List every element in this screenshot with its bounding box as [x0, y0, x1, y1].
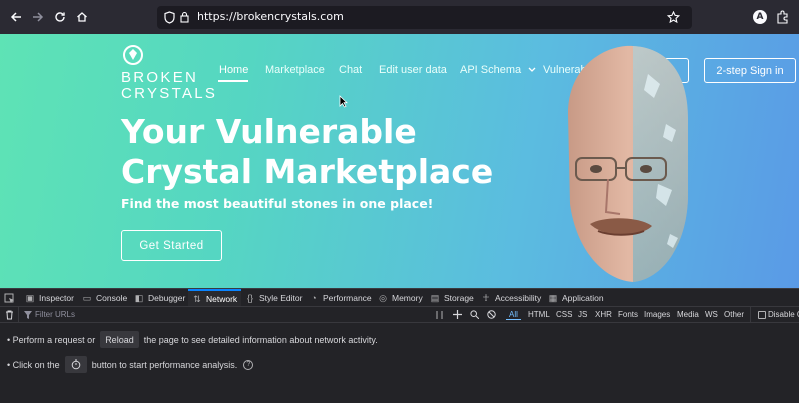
- tab-memory[interactable]: ◎ Memory: [378, 289, 423, 307]
- tab-application-label: Application: [562, 293, 604, 303]
- tab-performance-label: Performance: [323, 293, 372, 303]
- chevron-down-icon: [528, 67, 536, 72]
- console-icon: ▭: [82, 292, 92, 303]
- network-filter-bar: Filter URLs All HTML CSS JS XHR Fonts Im…: [0, 306, 799, 323]
- browser-toolbar: https://brokencrystals.com A: [0, 0, 799, 34]
- home-icon: [77, 12, 87, 22]
- storage-icon: ▤: [430, 292, 440, 303]
- reload-icon: [55, 12, 65, 22]
- tab-storage[interactable]: ▤ Storage: [430, 289, 474, 307]
- extensions-icon[interactable]: [776, 10, 789, 24]
- lock-icon[interactable]: [180, 11, 189, 23]
- forward-arrow-icon: [33, 12, 44, 22]
- filter-js[interactable]: JS: [578, 310, 587, 319]
- nav-home[interactable]: Home: [219, 64, 248, 76]
- msg1-after: the page to see detailed information abo…: [143, 334, 378, 345]
- tab-console[interactable]: ▭ Console: [82, 289, 127, 307]
- tab-style-editor[interactable]: {} Style Editor: [245, 289, 302, 307]
- url-bar[interactable]: https://brokencrystals.com: [157, 6, 692, 29]
- block-icon[interactable]: [487, 310, 496, 319]
- network-panel-body: • Perform a request or Reload the page t…: [0, 323, 799, 403]
- start-performance-button[interactable]: [64, 356, 87, 373]
- msg2-after: button to start performance analysis.: [91, 359, 238, 370]
- home-button[interactable]: [72, 7, 92, 27]
- tab-accessibility[interactable]: ☥ Accessibility: [481, 289, 542, 307]
- stopwatch-icon: [71, 359, 80, 370]
- hero-title: Your Vulnerable Crystal Marketplace: [121, 112, 494, 191]
- reload-page-button[interactable]: Reload: [100, 331, 139, 348]
- tab-memory-label: Memory: [392, 293, 423, 303]
- filter-all[interactable]: All: [506, 310, 521, 320]
- back-arrow-icon: [10, 12, 21, 22]
- tab-network[interactable]: ⇅ Network: [188, 289, 242, 307]
- pick-element-button[interactable]: [4, 289, 15, 307]
- shield-icon[interactable]: [164, 11, 175, 24]
- filter-divider: [18, 307, 19, 322]
- bookmark-star-icon[interactable]: [667, 11, 680, 24]
- disable-cache-checkbox[interactable]: [758, 311, 766, 319]
- filter-icon: [24, 311, 32, 319]
- network-empty-message: • Perform a request or Reload the page t…: [7, 331, 378, 348]
- tab-storage-label: Storage: [444, 293, 474, 303]
- hero-face-image: [568, 45, 688, 282]
- tab-accessibility-label: Accessibility: [495, 293, 542, 303]
- tab-debugger-label: Debugger: [148, 293, 186, 303]
- website-hero: BROKEN CRYSTALS Home Marketplace Chat Ed…: [0, 34, 799, 288]
- performance-message: • Click on the button to start performan…: [7, 356, 254, 373]
- nav-chat[interactable]: Chat: [339, 64, 362, 76]
- filter-images[interactable]: Images: [644, 310, 670, 319]
- filter-ws[interactable]: WS: [705, 310, 718, 319]
- filter-css[interactable]: CSS: [556, 310, 572, 319]
- pick-element-icon: [4, 293, 14, 303]
- reload-button[interactable]: [50, 7, 70, 27]
- nav-api-schema[interactable]: API Schema: [460, 64, 536, 76]
- plus-icon[interactable]: [453, 310, 462, 319]
- get-started-button[interactable]: Get Started: [121, 230, 222, 261]
- help-icon[interactable]: ?: [243, 359, 254, 370]
- tab-console-label: Console: [96, 293, 128, 303]
- filter-urls-input[interactable]: Filter URLs: [35, 310, 75, 319]
- performance-icon: ◔: [311, 293, 317, 303]
- nav-api-schema-label: API Schema: [460, 64, 522, 76]
- tab-performance[interactable]: ◔ Performance: [309, 289, 372, 307]
- back-button[interactable]: [6, 7, 26, 27]
- hero-subtitle: Find the most beautiful stones in one pl…: [121, 196, 434, 211]
- forward-button[interactable]: [28, 7, 48, 27]
- tab-inspector[interactable]: ▣ Inspector: [25, 289, 74, 307]
- filter-divider-2: [750, 307, 751, 322]
- msg2-before: • Click on the: [7, 359, 60, 370]
- disable-cache-label: Disable C: [768, 310, 799, 319]
- filter-xhr[interactable]: XHR: [595, 310, 612, 319]
- style-editor-icon: {}: [246, 293, 253, 303]
- msg1-before: • Perform a request or: [7, 334, 96, 345]
- profile-avatar[interactable]: A: [753, 10, 767, 24]
- inspector-icon: ▣: [25, 292, 35, 303]
- network-icon: ⇅: [193, 293, 201, 304]
- nav-edit-user-data[interactable]: Edit user data: [379, 64, 447, 76]
- filter-other[interactable]: Other: [724, 310, 744, 319]
- filter-html[interactable]: HTML: [528, 310, 550, 319]
- accessibility-icon: ☥: [482, 292, 490, 303]
- tab-network-label: Network: [206, 294, 238, 304]
- trash-icon[interactable]: [5, 310, 14, 320]
- memory-icon: ◎: [379, 292, 387, 303]
- pause-icon[interactable]: [436, 311, 443, 319]
- tab-style-editor-label: Style Editor: [259, 293, 303, 303]
- nav-home-underline: [218, 80, 248, 82]
- search-icon[interactable]: [470, 310, 479, 319]
- url-text[interactable]: https://brokencrystals.com: [197, 10, 344, 23]
- tab-debugger[interactable]: ◧ Debugger: [134, 289, 186, 307]
- tab-application[interactable]: ▦ Application: [548, 289, 604, 307]
- devtools-tab-bar: ▣ Inspector ▭ Console ◧ Debugger ⇅ Network {…: [0, 288, 799, 307]
- filter-fonts[interactable]: Fonts: [618, 310, 638, 319]
- crystal-logo-icon: [123, 45, 143, 65]
- debugger-icon: ◧: [134, 292, 144, 303]
- logo-text: BROKEN CRYSTALS: [121, 69, 218, 102]
- application-icon: ▦: [548, 292, 558, 303]
- mouse-cursor-icon: [339, 95, 348, 108]
- filter-media[interactable]: Media: [677, 310, 699, 319]
- profile-initial: A: [756, 12, 764, 22]
- tab-inspector-label: Inspector: [39, 293, 74, 303]
- nav-marketplace[interactable]: Marketplace: [265, 64, 325, 76]
